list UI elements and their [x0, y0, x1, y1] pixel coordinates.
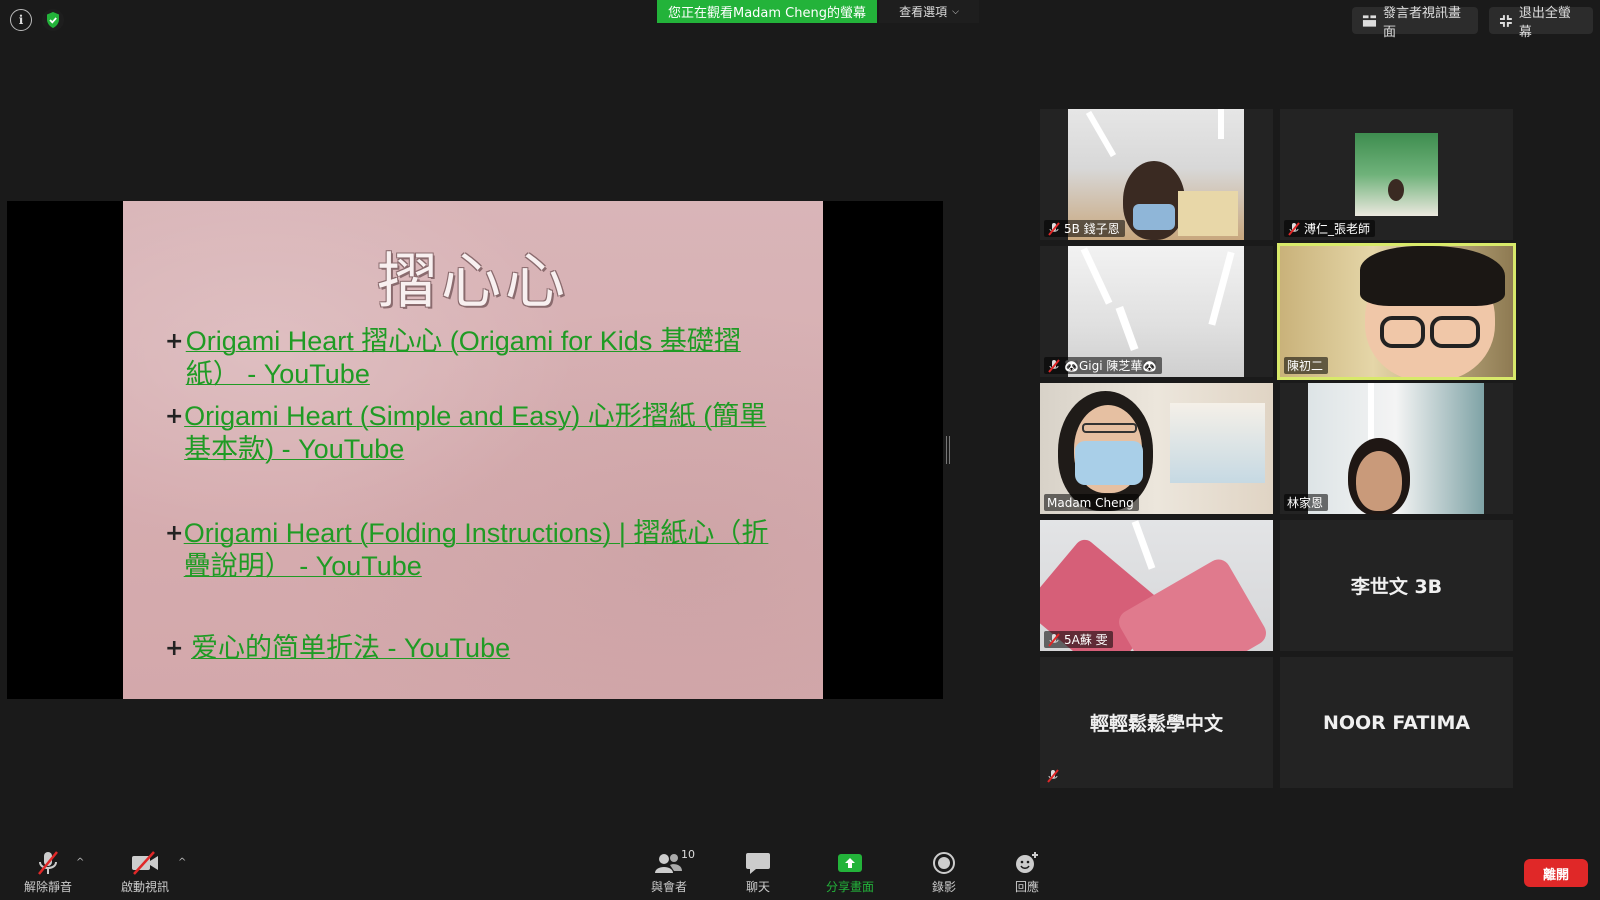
reactions-label: 回應: [1014, 880, 1039, 894]
participants-count-badge: 10: [681, 848, 695, 861]
youtube-link[interactable]: Origami Heart (Folding Instructions) | 摺…: [184, 517, 775, 583]
participant-name-label: 5B 錢子恩: [1044, 220, 1125, 237]
video-tile[interactable]: Madam Cheng: [1040, 383, 1273, 514]
presentation-slide: 摺心心 + Origami Heart 摺心心 (Origami for Kid…: [123, 201, 823, 699]
mic-muted-icon: [1048, 632, 1060, 647]
share-screen-icon: [838, 854, 862, 872]
mic-muted-icon: [1047, 769, 1059, 783]
video-tile[interactable]: 溥仁_張老師: [1280, 109, 1513, 240]
info-icon[interactable]: i: [10, 9, 32, 31]
participant-name: 林家恩: [1287, 496, 1324, 510]
bullet-plus-icon: +: [165, 404, 184, 429]
share-screen-button[interactable]: 分享畫面: [815, 851, 885, 897]
mic-muted-icon: [38, 851, 58, 875]
slide-bullet: + Origami Heart (Simple and Easy) 心形摺紙 (…: [165, 400, 775, 466]
participant-video: [1308, 383, 1484, 514]
leave-meeting-button[interactable]: 離開: [1524, 859, 1588, 887]
chevron-down-icon: ⌵: [952, 6, 959, 17]
participant-name-label: 🐼Gigi 陳芝華🐼: [1044, 357, 1163, 374]
participant-name-label: Madam Cheng: [1044, 494, 1139, 511]
slide-title: 摺心心: [377, 247, 569, 317]
youtube-link[interactable]: Origami Heart (Simple and Easy) 心形摺紙 (簡單…: [184, 400, 775, 466]
youtube-link[interactable]: Origami Heart 摺心心 (Origami for Kids 基礎摺紙…: [186, 325, 775, 391]
participant-name: 5A蘇 雯: [1064, 633, 1108, 647]
participant-name: 🐼Gigi 陳芝華🐼: [1064, 359, 1158, 373]
participant-name: Madam Cheng: [1047, 495, 1134, 510]
speaker-view-button[interactable]: 發言者視訊畫面: [1352, 6, 1478, 40]
exit-fullscreen-icon: [1499, 14, 1512, 27]
video-tile-active-speaker[interactable]: 陳初二: [1277, 243, 1516, 380]
video-options-caret-icon[interactable]: ^: [178, 857, 190, 868]
split-view-drag-handle[interactable]: [946, 436, 950, 464]
record-button[interactable]: 錄影: [909, 851, 979, 897]
record-icon: [933, 852, 955, 874]
participant-name-label: 5A蘇 雯: [1044, 631, 1113, 648]
mic-muted-icon: [1048, 221, 1060, 236]
participant-display-name: NOOR FATIMA: [1322, 711, 1471, 734]
security-shield-icon[interactable]: [42, 9, 64, 31]
start-video-button[interactable]: 啟動視訊: [110, 851, 180, 897]
video-tile[interactable]: 5B 錢子恩: [1040, 109, 1273, 240]
participant-name: 溥仁_張老師: [1304, 222, 1371, 236]
participant-video: [1355, 133, 1438, 216]
viewing-screen-banner: 您正在觀看Madam Cheng的螢幕: [657, 0, 877, 23]
video-tile[interactable]: 🐼Gigi 陳芝華🐼: [1040, 246, 1273, 377]
shared-screen: 摺心心 + Origami Heart 摺心心 (Origami for Kid…: [7, 201, 943, 699]
share-screen-label: 分享畫面: [825, 880, 874, 894]
audio-options-caret-icon[interactable]: ^: [76, 857, 88, 868]
participant-name-label: 陳初二: [1284, 357, 1329, 374]
participants-icon: [655, 854, 682, 873]
emoji-reaction-icon: [1016, 852, 1038, 873]
youtube-link[interactable]: 爱心的简单折法 - YouTube: [191, 632, 510, 665]
video-off-icon: [132, 851, 158, 875]
chat-bubble-icon: [746, 853, 770, 874]
exit-fullscreen-button[interactable]: 退出全螢幕: [1489, 6, 1593, 40]
view-options-dropdown[interactable]: 查看選項 ⌵: [879, 0, 979, 23]
bullet-plus-icon: +: [165, 521, 184, 546]
unmute-button[interactable]: 解除靜音: [13, 851, 83, 897]
participant-name: 5B 錢子恩: [1064, 222, 1120, 236]
exit-fullscreen-label: 退出全螢幕: [1518, 5, 1571, 40]
record-label: 錄影: [931, 880, 956, 894]
participant-name-label: 林家恩: [1284, 494, 1329, 511]
participant-display-name: 李世文 3B: [1350, 576, 1443, 598]
view-options-label: 查看選項: [899, 5, 948, 19]
participants-label: 與會者: [650, 880, 687, 894]
slide-bullet: + 爱心的简单折法 - YouTube: [165, 632, 775, 666]
start-video-label: 啟動視訊: [120, 880, 169, 894]
participant-name-label: 溥仁_張老師: [1284, 220, 1376, 237]
video-tile-no-video[interactable]: 輕輕鬆鬆學中文: [1040, 657, 1273, 788]
participant-display-name: 輕輕鬆鬆學中文: [1089, 713, 1223, 735]
video-tile[interactable]: 林家恩: [1280, 383, 1513, 514]
bullet-plus-icon: +: [165, 329, 184, 354]
top-left-icons: i: [10, 9, 64, 31]
participants-button[interactable]: 10 與會者: [634, 848, 704, 897]
unmute-label: 解除靜音: [23, 880, 72, 894]
reactions-button[interactable]: 回應: [992, 851, 1062, 897]
slide-bullet: + Origami Heart 摺心心 (Origami for Kids 基礎…: [165, 325, 775, 391]
mic-muted-icon: [1288, 221, 1300, 236]
slide-bullet: + Origami Heart (Folding Instructions) |…: [165, 517, 775, 583]
video-tile[interactable]: 5A蘇 雯: [1040, 520, 1273, 651]
grid-view-icon: [1362, 14, 1377, 27]
speaker-view-label: 發言者視訊畫面: [1382, 5, 1461, 40]
chat-label: 聊天: [745, 880, 770, 894]
participant-name: 陳初二: [1287, 359, 1324, 373]
video-tile-no-video[interactable]: NOOR FATIMA: [1280, 657, 1513, 788]
bullet-plus-icon: +: [165, 636, 184, 661]
chat-button[interactable]: 聊天: [723, 851, 793, 897]
video-tile-no-video[interactable]: 李世文 3B: [1280, 520, 1513, 651]
mic-muted-icon: [1048, 358, 1060, 373]
